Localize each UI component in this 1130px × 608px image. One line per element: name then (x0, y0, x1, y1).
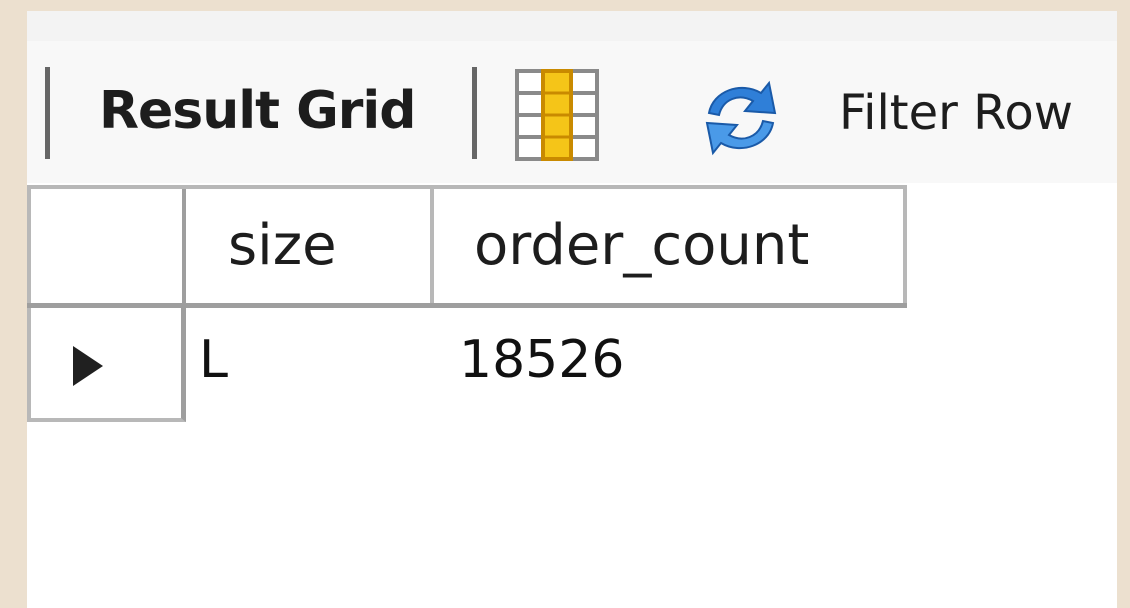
cell-order-count[interactable]: 18526 (459, 308, 624, 422)
table-row[interactable]: L 18526 (27, 308, 907, 422)
column-header-size[interactable]: size (186, 189, 434, 303)
toolbar-separator (45, 67, 50, 159)
panel-top-strip (27, 11, 1117, 41)
refresh-icon[interactable] (691, 73, 791, 163)
result-grid: size order_count L 18526 (27, 185, 907, 422)
result-toolbar: Result Grid Filter Row (27, 41, 1117, 183)
result-grid-layout-icon[interactable] (515, 69, 599, 161)
result-grid-tab[interactable]: Result Grid (99, 81, 416, 141)
grid-header-row: size order_count (27, 185, 907, 308)
filter-rows-label: Filter Row (839, 85, 1073, 141)
row-selector[interactable] (27, 308, 186, 422)
cell-size[interactable]: L (199, 308, 228, 422)
current-row-arrow-icon (73, 346, 103, 386)
toolbar-separator (472, 67, 477, 159)
column-header-order-count[interactable]: order_count (434, 189, 907, 303)
row-header-gutter (27, 189, 186, 303)
result-panel: Result Grid Filter Row size order_count … (27, 11, 1117, 608)
